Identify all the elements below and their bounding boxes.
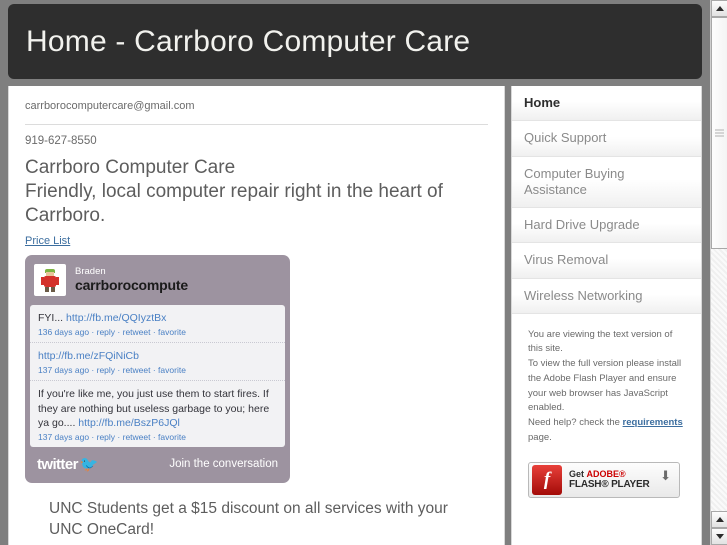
sidebar-item-home[interactable]: Home: [512, 86, 701, 122]
scroll-up-arrow-icon-bottom[interactable]: [711, 511, 727, 528]
tweet-text: If you're like me, you just use them to …: [38, 387, 277, 430]
tweet-text-body: FYI...: [38, 312, 67, 325]
tweet-age: 136 days ago: [38, 327, 90, 338]
twitter-logo[interactable]: twitter 🐦: [37, 456, 98, 473]
sidebar-item-quick-support[interactable]: Quick Support: [512, 121, 701, 157]
business-tagline: Friendly, local computer repair right in…: [25, 180, 443, 227]
join-conversation-link[interactable]: Join the conversation: [169, 458, 278, 470]
tweet-reply-link[interactable]: reply: [97, 327, 115, 337]
tweet-link[interactable]: http://fb.me/BszP6JQl: [78, 417, 180, 429]
vertical-scrollbar[interactable]: [710, 0, 727, 545]
scroll-up-arrow-icon[interactable]: [711, 0, 727, 17]
divider: [25, 124, 488, 125]
sidebar-item-label: Computer Buying Assistance: [524, 165, 625, 197]
pixel-avatar-icon: [34, 264, 66, 297]
sidebar-item-virus-removal[interactable]: Virus Removal: [512, 243, 701, 279]
adobe-flash-icon: f: [532, 464, 562, 495]
tweet-retweet-link[interactable]: retweet: [123, 365, 151, 375]
sidebar-item-hard-drive-upgrade[interactable]: Hard Drive Upgrade: [512, 208, 701, 244]
tweet-favorite-link[interactable]: favorite: [158, 327, 186, 337]
student-discount-promo: UNC Students get a $15 discount on all s…: [49, 499, 448, 538]
tweet-item: http://fb.me/zFQiNiCb 137 days ago · repl…: [30, 343, 285, 382]
text-version-notice: You are viewing the text version of this…: [512, 314, 701, 456]
sidebar-item-wireless-networking[interactable]: Wireless Networking: [512, 278, 701, 314]
tweet-link[interactable]: http://fb.me/QQIyztBx: [66, 312, 166, 324]
scrollbar-track[interactable]: [711, 17, 727, 511]
contact-email: carrborocomputercare@gmail.com: [25, 100, 195, 112]
tweet-text: FYI... http://fb.me/QQIyztBx: [38, 311, 277, 325]
flash-badge-line-1: Get ADOBE®: [569, 469, 650, 479]
tweet-age: 137 days ago: [38, 431, 90, 442]
sidebar-item-label: Wireless Networking: [524, 287, 643, 303]
twitter-widget-header: Braden carrborocompute: [25, 255, 290, 305]
site-header: Home - Carrboro Computer Care: [8, 4, 702, 79]
sidebar-item-label: Hard Drive Upgrade: [524, 217, 640, 232]
download-arrow-icon: ⬇: [660, 467, 671, 483]
tweet-text: http://fb.me/zFQiNiCb: [38, 349, 277, 363]
twitter-widget: Braden carrborocompute FYI... http://fb.…: [25, 255, 290, 483]
tweet-item: FYI... http://fb.me/QQIyztBx 136 days ago…: [30, 305, 285, 344]
price-list-link[interactable]: Price List: [25, 235, 70, 247]
tweet-age: 137 days ago: [38, 365, 90, 376]
flash-get-word: Get: [569, 468, 587, 479]
twitter-handle[interactable]: carrborocompute: [75, 277, 188, 293]
tweet-favorite-link[interactable]: favorite: [158, 365, 186, 375]
requirements-link[interactable]: requirements: [623, 417, 683, 428]
page-title: Home - Carrboro Computer Care: [26, 24, 471, 58]
tweet-reply-link[interactable]: reply: [97, 365, 115, 375]
sidebar-item-label: Home: [524, 95, 561, 110]
tweet-meta: 136 days ago · reply · retweet · favorit…: [38, 327, 186, 338]
notice-line-2: To view the full version please install …: [528, 358, 682, 414]
scroll-thumb-grip-icon: [715, 128, 724, 138]
tweet-reply-link[interactable]: reply: [97, 432, 115, 442]
flash-badge-text: Get ADOBE® FLASH® PLAYER: [569, 469, 650, 491]
sidebar-navigation: Home Quick Support Computer Buying Assista…: [512, 86, 701, 314]
scroll-down-arrow-icon[interactable]: [711, 528, 727, 545]
twitter-bird-icon: 🐦: [79, 455, 99, 473]
browser-viewport: Home - Carrboro Computer Care carrboroco…: [0, 0, 710, 545]
content-row: carrborocomputercare@gmail.com 919-627-8…: [8, 86, 702, 545]
notice-help-suffix: page.: [528, 431, 552, 443]
tweet-favorite-link[interactable]: favorite: [158, 432, 186, 442]
notice-line-1: You are viewing the text version of this…: [528, 328, 673, 355]
main-content: carrborocomputercare@gmail.com 919-627-8…: [8, 86, 505, 545]
tweet-retweet-link[interactable]: retweet: [123, 432, 151, 442]
flash-adobe-word: ADOBE®: [586, 468, 626, 479]
tweet-link[interactable]: http://fb.me/zFQiNiCb: [38, 350, 139, 362]
scrollbar-thumb[interactable]: [711, 17, 727, 249]
sidebar-item-computer-buying-assistance[interactable]: Computer Buying Assistance: [512, 156, 701, 208]
get-adobe-flash-player-button[interactable]: f Get ADOBE® FLASH® PLAYER ⬇: [528, 461, 680, 498]
tweet-meta: 137 days ago · reply · retweet · favorit…: [38, 431, 186, 442]
business-name: Carrboro Computer Care: [25, 157, 236, 178]
notice-help-prefix: Need help? check the: [528, 417, 623, 429]
tweet-item: If you're like me, you just use them to …: [30, 381, 285, 447]
twitter-identity: Braden carrborocompute: [75, 266, 188, 293]
tweet-list: FYI... http://fb.me/QQIyztBx 136 days ago…: [30, 305, 285, 447]
notice-line-3: Need help? check the requirements page.: [528, 416, 689, 445]
tweet-retweet-link[interactable]: retweet: [123, 327, 151, 337]
flash-badge-line-2: FLASH® PLAYER: [569, 478, 650, 490]
sidebar-item-label: Virus Removal: [524, 252, 609, 268]
twitter-widget-footer: twitter 🐦 Join the conversation: [25, 447, 290, 483]
contact-phone: 919-627-8550: [25, 135, 97, 147]
tweet-meta: 137 days ago · reply · retweet · favorit…: [38, 365, 186, 376]
sidebar: Home Quick Support Computer Buying Assista…: [511, 86, 702, 545]
twitter-logo-text: twitter: [37, 455, 78, 473]
sidebar-item-label: Quick Support: [524, 130, 607, 146]
